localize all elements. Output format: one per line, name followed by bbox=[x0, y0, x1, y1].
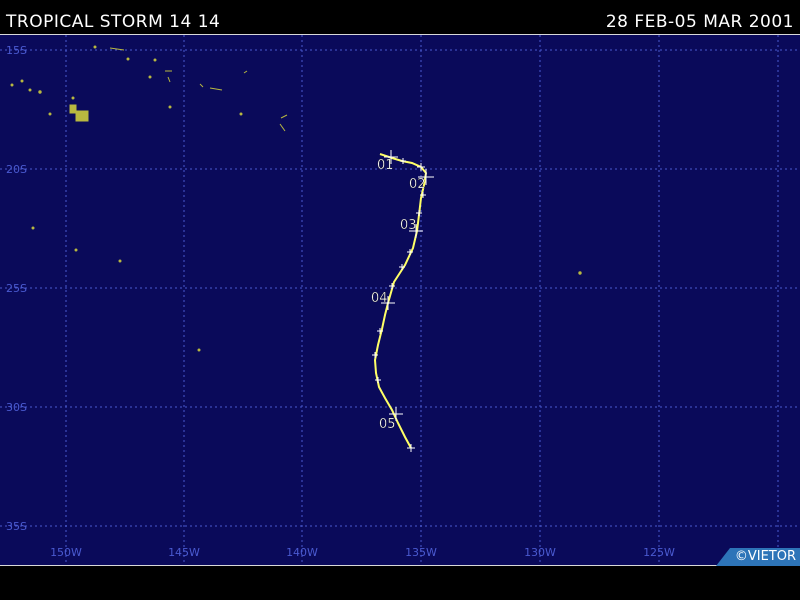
lat-label-15s: 15S bbox=[6, 44, 27, 57]
lon-label-145w: 145W bbox=[168, 546, 200, 559]
lon-label-130w: 130W bbox=[524, 546, 556, 559]
lon-label-150w: 150W bbox=[50, 546, 82, 559]
day-label-05: 05 bbox=[379, 417, 396, 432]
day-label-02: 02 bbox=[409, 177, 426, 192]
lon-label-135w: 135W bbox=[405, 546, 437, 559]
lat-label-25s: 25S bbox=[6, 282, 27, 295]
date-range: 28 FEB-05 MAR 2001 bbox=[605, 12, 794, 32]
lon-label-125w: 125W bbox=[643, 546, 675, 559]
vietor-credit: ©VIETOR bbox=[716, 548, 800, 566]
lat-label-20s: 20S bbox=[6, 163, 27, 176]
grid-lines bbox=[0, 35, 800, 565]
storm-title: TROPICAL STORM 14 14 bbox=[6, 12, 221, 32]
day-label-04: 04 bbox=[371, 291, 388, 306]
lon-label-140w: 140W bbox=[286, 546, 318, 559]
lat-label-35s: 35S bbox=[6, 520, 27, 533]
track-map: 15S 20S 25S 30S 35S 150W 145W 140W 135W … bbox=[0, 34, 800, 566]
day-label-01: 01 bbox=[377, 158, 394, 173]
map-canvas: 15S 20S 25S 30S 35S 150W 145W 140W 135W … bbox=[0, 35, 800, 565]
header-bar: TROPICAL STORM 14 14 28 FEB-05 MAR 2001 bbox=[0, 0, 800, 34]
islands bbox=[10, 45, 582, 352]
day-label-03: 03 bbox=[400, 218, 417, 233]
footer-bar bbox=[0, 566, 800, 600]
lat-label-30s: 30S bbox=[6, 401, 27, 414]
